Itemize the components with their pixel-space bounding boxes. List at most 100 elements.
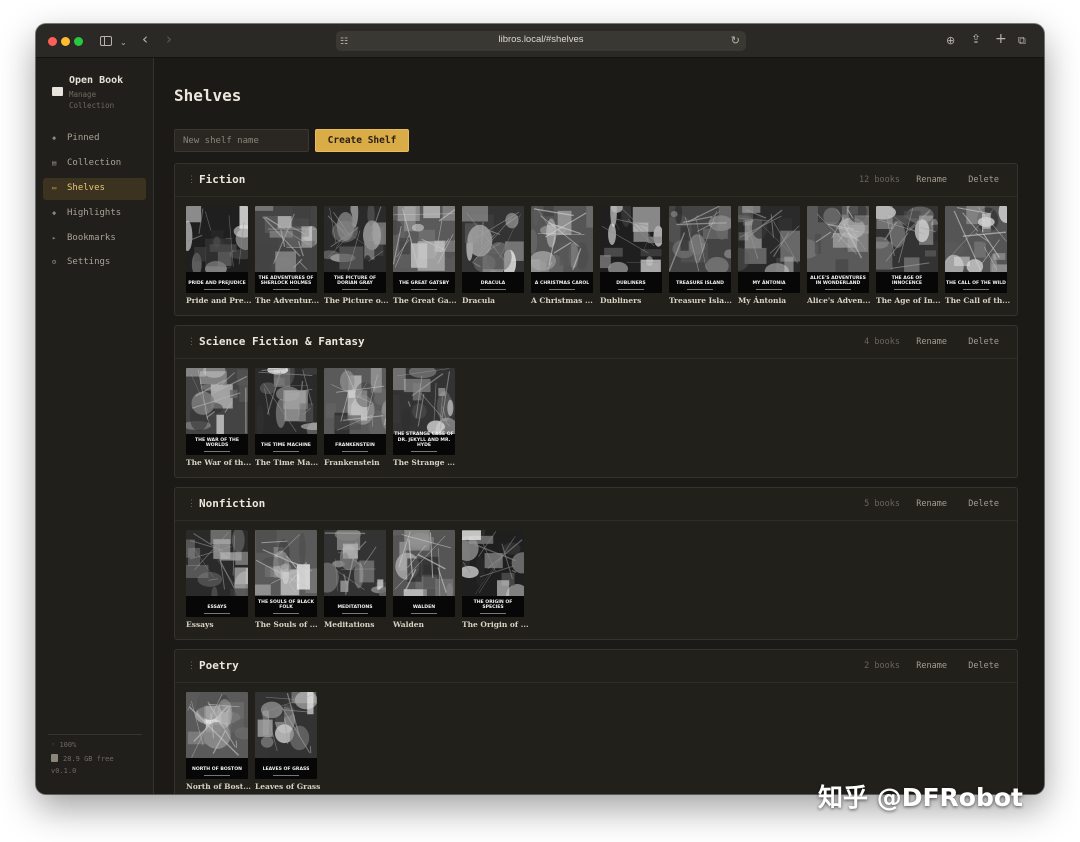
shelf-name: Poetry — [199, 659, 239, 672]
brand-name: Open Book — [69, 75, 124, 86]
book-item[interactable]: THE GREAT GATSBY The Great Ga... — [393, 206, 457, 306]
book-cover[interactable]: THE PICTURE OF DORIAN GRAY — [324, 206, 386, 293]
back-button[interactable]: ‹ — [142, 31, 148, 47]
delete-shelf-button[interactable]: Delete — [968, 499, 999, 509]
book-item[interactable]: ALICE'S ADVENTURES IN WONDERLAND Alice's … — [807, 206, 870, 306]
zoom-window-button[interactable] — [74, 37, 83, 46]
book-item[interactable]: DUBLINERS Dubliners — [600, 206, 662, 306]
book-item[interactable]: THE ADVENTURES OF SHERLOCK HOLMES The Adv… — [255, 206, 319, 306]
sidebar-item-collection[interactable]: ▤ Collection — [43, 153, 146, 175]
new-shelf-name-input[interactable] — [174, 129, 309, 152]
drag-handle-icon[interactable]: ⋮ — [187, 175, 196, 185]
sidebar-item-label: Shelves — [67, 183, 105, 193]
book-cover[interactable]: LEAVES OF GRASS — [255, 692, 317, 779]
book-item[interactable]: THE WAR OF THE WORLDS The War of th... — [186, 368, 251, 468]
book-cover[interactable]: ESSAYS — [186, 530, 248, 617]
book-item[interactable]: DRACULA Dracula — [462, 206, 524, 306]
reload-icon[interactable]: ↻ — [731, 33, 740, 49]
book-cover[interactable]: THE GREAT GATSBY — [393, 206, 455, 293]
book-item[interactable]: MY ÁNTONIA My Ántonia — [738, 206, 800, 306]
book-item[interactable]: NORTH OF BOSTON North of Bost... — [186, 692, 251, 792]
drag-handle-icon[interactable]: ⋮ — [187, 337, 196, 347]
cover-illustration — [324, 530, 386, 596]
book-cover[interactable]: MEDITATIONS — [324, 530, 386, 617]
share-icon[interactable]: ⇪ — [971, 31, 981, 47]
book-cover[interactable]: ALICE'S ADVENTURES IN WONDERLAND — [807, 206, 869, 293]
book-item[interactable]: A CHRISTMAS CAROL A Christmas ... — [531, 206, 593, 306]
sidebar-toggle-icon[interactable] — [100, 36, 112, 46]
book-item[interactable]: THE TIME MACHINE The Time Ma... — [255, 368, 318, 468]
chevron-down-icon[interactable]: ⌄ — [120, 35, 127, 51]
create-shelf-button[interactable]: Create Shelf — [315, 129, 409, 152]
book-title: Frankenstein — [324, 458, 380, 467]
delete-shelf-button[interactable]: Delete — [968, 175, 999, 185]
cover-divider — [273, 289, 299, 290]
new-tab-icon[interactable]: + — [995, 31, 1007, 47]
sidebar-item-pinned[interactable]: ◆ Pinned — [43, 128, 146, 150]
book-item[interactable]: THE STRANGE CASE OF DR. JEKYLL AND MR. H… — [393, 368, 455, 468]
book-cover[interactable]: THE CALL OF THE WILD — [945, 206, 1007, 293]
book-cover[interactable]: THE STRANGE CASE OF DR. JEKYLL AND MR. H… — [393, 368, 455, 455]
delete-shelf-button[interactable]: Delete — [968, 661, 999, 671]
book-cover[interactable]: THE SOULS OF BLACK FOLK — [255, 530, 317, 617]
book-item[interactable]: THE ORIGIN OF SPECIES The Origin of ... — [462, 530, 529, 630]
book-cover[interactable]: A CHRISTMAS CAROL — [531, 206, 593, 293]
tab-overview-icon[interactable]: ⧉ — [1018, 33, 1026, 49]
sidebar-item-label: Collection — [67, 158, 122, 168]
book-cover[interactable]: TREASURE ISLAND — [669, 206, 731, 293]
book-item[interactable]: PRIDE AND PREJUDICE Pride and Pre... — [186, 206, 251, 306]
drag-handle-icon[interactable]: ⋮ — [187, 661, 196, 671]
book-item[interactable]: TREASURE ISLAND Treasure Isla... — [669, 206, 732, 306]
book-item[interactable]: LEAVES OF GRASS Leaves of Grass — [255, 692, 320, 792]
cover-illustration — [324, 368, 386, 434]
cover-divider — [342, 451, 368, 452]
book-cover[interactable]: NORTH OF BOSTON — [186, 692, 248, 779]
cover-divider — [963, 289, 989, 290]
address-bar[interactable]: ☷ libros.local/#shelves ↻ — [336, 31, 746, 51]
minimize-window-button[interactable] — [61, 37, 70, 46]
zoom-level[interactable]: ◦ 100% — [51, 741, 76, 749]
sidebar-item-label: Highlights — [67, 208, 122, 218]
book-cover[interactable]: THE ADVENTURES OF SHERLOCK HOLMES — [255, 206, 317, 293]
cover-illustration — [945, 206, 1007, 272]
bookmark-icon: ▸ — [52, 234, 57, 242]
cover-title: ALICE'S ADVENTURES IN WONDERLAND — [810, 275, 866, 286]
book-item[interactable]: THE CALL OF THE WILD The Call of th... — [945, 206, 1010, 306]
delete-shelf-button[interactable]: Delete — [968, 337, 999, 347]
book-cover[interactable]: FRANKENSTEIN — [324, 368, 386, 455]
book-cover[interactable]: THE ORIGIN OF SPECIES — [462, 530, 524, 617]
book-cover[interactable]: DUBLINERS — [600, 206, 662, 293]
book-item[interactable]: THE SOULS OF BLACK FOLK The Souls of ... — [255, 530, 318, 630]
rename-shelf-button[interactable]: Rename — [916, 661, 947, 671]
book-cover[interactable]: THE AGE OF INNOCENCE — [876, 206, 938, 293]
cover-illustration — [531, 206, 593, 272]
sidebar-item-bookmarks[interactable]: ▸ Bookmarks — [43, 228, 146, 250]
close-window-button[interactable] — [48, 37, 57, 46]
sidebar-item-shelves[interactable]: ▭ Shelves — [43, 178, 146, 200]
forward-button[interactable]: › — [166, 31, 172, 47]
rename-shelf-button[interactable]: Rename — [916, 337, 947, 347]
book-cover[interactable]: THE TIME MACHINE — [255, 368, 317, 455]
book-cover[interactable]: PRIDE AND PREJUDICE — [186, 206, 248, 293]
book-cover[interactable]: DRACULA — [462, 206, 524, 293]
book-item[interactable]: THE PICTURE OF DORIAN GRAY The Picture o.… — [324, 206, 388, 306]
address-bar-url[interactable]: libros.local/#shelves — [336, 34, 746, 45]
book-cover[interactable]: THE WAR OF THE WORLDS — [186, 368, 248, 455]
book-cover[interactable]: WALDEN — [393, 530, 455, 617]
sidebar-item-highlights[interactable]: ◆ Highlights — [43, 203, 146, 225]
book-item[interactable]: MEDITATIONS Meditations — [324, 530, 386, 630]
book-item[interactable]: WALDEN Walden — [393, 530, 455, 630]
shelf-card: ⋮ Poetry 2 books Rename Delete NORTH OF BOSTO… — [174, 649, 1018, 794]
book-item[interactable]: ESSAYS Essays — [186, 530, 248, 630]
rename-shelf-button[interactable]: Rename — [916, 175, 947, 185]
book-item[interactable]: THE AGE OF INNOCENCE The Age of In... — [876, 206, 941, 306]
cover-divider — [204, 613, 230, 614]
drag-handle-icon[interactable]: ⋮ — [187, 499, 196, 509]
download-icon[interactable]: ⊕ — [946, 33, 955, 49]
cover-divider — [825, 289, 851, 290]
cover-title: ESSAYS — [207, 604, 227, 610]
rename-shelf-button[interactable]: Rename — [916, 499, 947, 509]
sidebar-item-settings[interactable]: ⚙ Settings — [43, 252, 146, 274]
book-cover[interactable]: MY ÁNTONIA — [738, 206, 800, 293]
book-item[interactable]: FRANKENSTEIN Frankenstein — [324, 368, 386, 468]
